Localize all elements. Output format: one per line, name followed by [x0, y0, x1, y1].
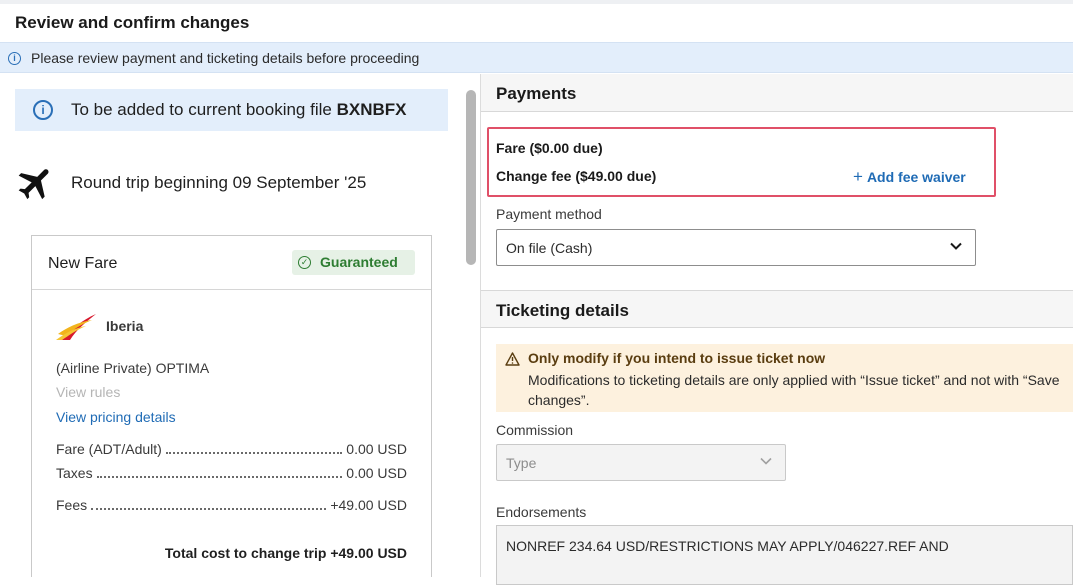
info-banner: i Please review payment and ticketing de… [0, 42, 1073, 73]
fare-line-amount: 0.00 USD [346, 441, 407, 457]
fare-card-header: New Fare ✓ Guaranteed [32, 236, 431, 290]
info-icon: i [33, 100, 53, 120]
payment-method-label: Payment method [496, 206, 602, 222]
left-pane-scrollbar[interactable] [466, 90, 476, 265]
warning-title: Only modify if you intend to issue ticke… [528, 350, 826, 366]
payments-title: Payments [496, 84, 577, 103]
fees-line-label: Fees [56, 497, 88, 513]
fare-card: New Fare ✓ Guaranteed Iberia (Airline Pr… [31, 235, 432, 577]
booking-code: BXNBFX [336, 100, 407, 119]
plane-icon [18, 169, 49, 200]
right-pane: Payments Fare ($0.00 due) Change fee ($4… [481, 74, 1073, 585]
payment-method-select[interactable]: On file (Cash) [496, 229, 976, 266]
change-fee-due: Change fee ($49.00 due) [496, 168, 657, 184]
ticketing-title: Ticketing details [496, 301, 629, 320]
banner-text: Please review payment and ticketing deta… [31, 50, 420, 66]
ticketing-section-header: Ticketing details [481, 290, 1073, 328]
dot-leader [91, 508, 327, 510]
endorsements-value: NONREF 234.64 USD/RESTRICTIONS MAY APPLY… [506, 538, 949, 554]
guaranteed-badge: ✓ Guaranteed [292, 250, 415, 275]
warning-text: Modifications to ticketing details are o… [528, 372, 1060, 408]
booking-file-notice: i To be added to current booking file BX… [15, 89, 448, 131]
fees-line-amount: +49.00 USD [330, 497, 407, 513]
add-fee-waiver-label: Add fee waiver [866, 169, 966, 185]
dot-leader [165, 452, 343, 454]
warning-icon [505, 352, 520, 366]
booking-prefix: To be added to current booking file [71, 100, 337, 119]
commission-type-placeholder: Type [506, 455, 537, 471]
view-rules-link[interactable]: View rules [56, 384, 120, 400]
left-pane: i To be added to current booking file BX… [0, 74, 462, 577]
endorsements-field[interactable]: NONREF 234.64 USD/RESTRICTIONS MAY APPLY… [496, 525, 1073, 585]
fees-line: Fees +49.00 USD [56, 497, 407, 515]
commission-label: Commission [496, 422, 574, 438]
fare-line-label: Fare (ADT/Adult) [56, 441, 162, 457]
guaranteed-label: Guaranteed [320, 254, 398, 270]
view-pricing-details-link[interactable]: View pricing details [56, 409, 176, 425]
info-icon: i [8, 52, 21, 65]
fare-line: Fare (ADT/Adult) 0.00 USD [56, 441, 407, 459]
fare-card-title: New Fare [48, 255, 118, 272]
dot-leader [96, 476, 343, 478]
fare-brand: (Airline Private) OPTIMA [56, 360, 210, 376]
chevron-down-icon [950, 242, 962, 250]
trip-summary: Round trip beginning 09 September '25 [71, 173, 367, 192]
page-title: Review and confirm changes [15, 13, 250, 32]
endorsements-label: Endorsements [496, 504, 587, 520]
total-cost: Total cost to change trip +49.00 USD [164, 545, 407, 561]
payments-section-header: Payments [481, 74, 1073, 112]
iberia-logo [56, 314, 96, 340]
plus-icon: + [853, 167, 863, 186]
chevron-down-icon [760, 457, 772, 465]
payment-method-value: On file (Cash) [506, 240, 593, 256]
booking-text: To be added to current booking file BXNB… [71, 100, 406, 120]
ticketing-warning: Only modify if you intend to issue ticke… [496, 344, 1073, 412]
fare-due: Fare ($0.00 due) [496, 140, 603, 156]
taxes-line-amount: 0.00 USD [346, 465, 407, 481]
page-header: Review and confirm changes [0, 4, 1073, 42]
airline-name: Iberia [106, 318, 144, 334]
add-fee-waiver-button[interactable]: + Add fee waiver [853, 167, 966, 187]
commission-type-select[interactable]: Type [496, 444, 786, 481]
check-circle-icon: ✓ [298, 256, 311, 269]
taxes-line: Taxes 0.00 USD [56, 465, 407, 483]
taxes-line-label: Taxes [56, 465, 93, 481]
